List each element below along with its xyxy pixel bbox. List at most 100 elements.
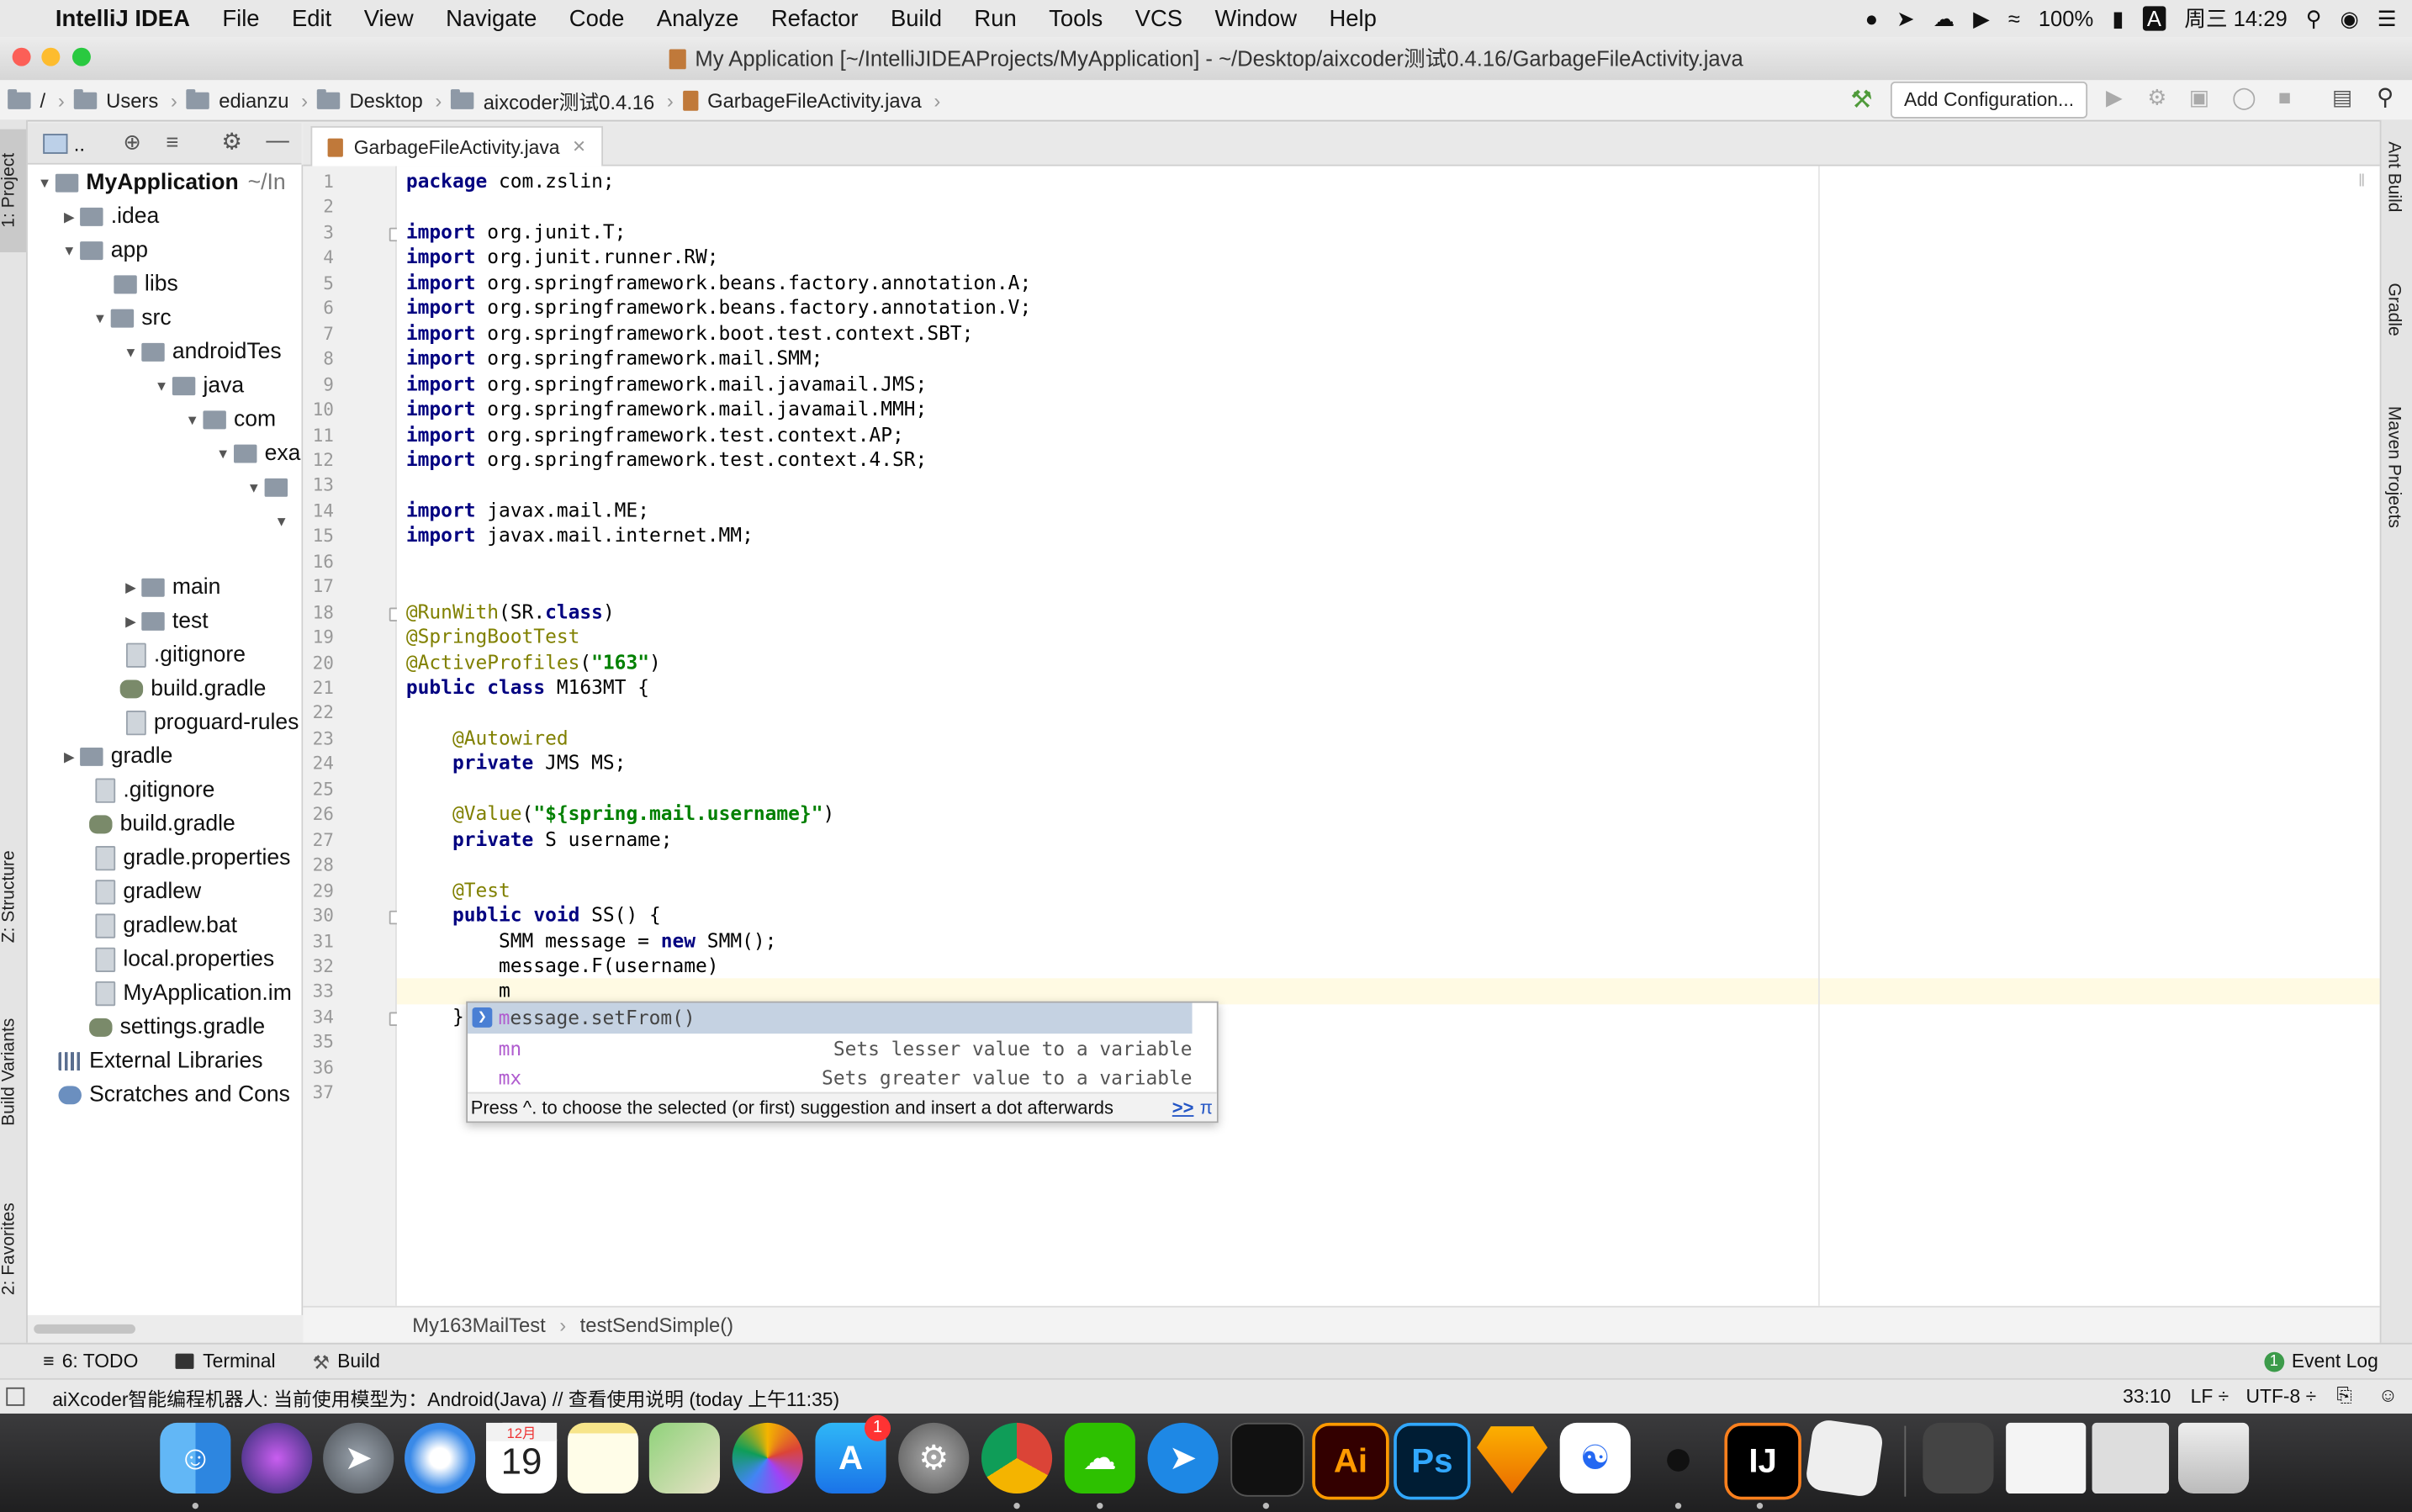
run-icon[interactable]: ▶ <box>2106 85 2123 111</box>
project-view-dropdown[interactable]: .. <box>74 131 85 154</box>
tree-item-java[interactable]: ▼ java <box>151 369 244 403</box>
tree-item-androidtest[interactable]: ▼ androidTes <box>120 336 281 369</box>
chevron-down-icon[interactable]: ▼ <box>151 378 172 394</box>
chevron-down-icon[interactable]: ▼ <box>271 514 293 529</box>
tree-item-subpackage[interactable]: ▼ <box>271 505 293 538</box>
code-line[interactable]: import org.springframework.mail.SMM; <box>406 346 823 372</box>
build-hammer-icon[interactable]: ⚒ <box>1850 85 1872 116</box>
code-line[interactable]: import org.springframework.test.context.… <box>406 422 904 447</box>
collapse-all-icon[interactable]: ≡ <box>167 130 179 154</box>
illustrator-icon[interactable]: Ai <box>1312 1422 1389 1500</box>
dingtalk-icon[interactable]: ➤ <box>1147 1422 1219 1494</box>
code-line[interactable]: message.F(username) <box>406 954 719 979</box>
tree-item-app-build-gradle[interactable]: build.gradle <box>119 672 266 706</box>
tree-item-gitignore[interactable]: .gitignore <box>95 774 214 807</box>
play-status-icon[interactable]: ▶ <box>1973 5 1990 31</box>
qq-icon[interactable]: ● <box>1642 1423 1713 1493</box>
tree-item-main[interactable]: ▶ main <box>120 571 220 605</box>
caret-position[interactable]: 33:10 <box>2123 1386 2171 1408</box>
code-line[interactable]: import javax.mail.internet.MM; <box>406 523 754 548</box>
photoshop-icon[interactable]: Ps <box>1394 1422 1471 1500</box>
send-status-icon[interactable]: ➤ <box>1896 5 1914 31</box>
chevron-down-icon[interactable]: ▼ <box>182 412 204 427</box>
menu-analyze[interactable]: Analyze <box>657 5 739 31</box>
maps-icon[interactable] <box>648 1422 721 1494</box>
inspector-icon[interactable]: ☺ <box>2378 1384 2398 1406</box>
tree-item-src[interactable]: ▼ src <box>89 302 172 336</box>
menu-window[interactable]: Window <box>1214 5 1297 31</box>
textedit-icon[interactable] <box>1804 1418 1885 1499</box>
tree-item-build-gradle[interactable]: build.gradle <box>89 807 235 841</box>
profile-icon[interactable]: ◯ <box>2232 85 2256 111</box>
chevron-down-icon[interactable]: ▼ <box>59 243 81 258</box>
completion-item-mn[interactable]: mn Sets lesser value to a variable <box>468 1033 1193 1063</box>
code-line[interactable]: private JMS MS; <box>406 751 627 776</box>
tree-item-test[interactable]: ▶ test <box>120 605 208 638</box>
menu-app-name[interactable]: IntelliJ IDEA <box>56 5 190 31</box>
input-method-indicator[interactable]: A <box>2142 6 2166 31</box>
event-log-tool-tab[interactable]: 1 Event Log <box>2263 1351 2378 1372</box>
chevron-right-icon[interactable]: ▶ <box>59 209 81 225</box>
gradle-tool-tab[interactable]: Gradle <box>2384 283 2403 336</box>
spotlight-icon[interactable]: ⚲ <box>2306 5 2322 31</box>
finder-icon[interactable]: ☺ <box>160 1422 231 1494</box>
completion-item-setfrom[interactable]: ❯ message.setFrom() <box>468 1002 1193 1034</box>
safari-icon[interactable] <box>405 1422 476 1494</box>
tree-item-proguard[interactable]: proguard-rules <box>125 706 299 740</box>
chevron-right-icon[interactable]: ▶ <box>120 613 142 630</box>
locate-file-icon[interactable]: ⊕ <box>123 130 140 156</box>
code-line[interactable]: import javax.mail.ME; <box>406 498 649 523</box>
completion-item-mx[interactable]: mx Sets greater value to a variable <box>468 1063 1193 1093</box>
gear-icon[interactable]: ⚙ <box>221 128 242 156</box>
code-line[interactable]: private S username; <box>406 827 673 852</box>
breadcrumb-edianzu[interactable]: edianzu <box>186 88 289 112</box>
menu-help[interactable]: Help <box>1329 5 1376 31</box>
project-tool-tab[interactable]: 1: Project <box>0 129 27 252</box>
tree-item-libs[interactable]: libs <box>114 267 178 301</box>
build-tool-tab[interactable]: ⚒ Build <box>313 1350 381 1373</box>
toggle-tool-windows-icon[interactable] <box>6 1387 25 1406</box>
code-line[interactable]: import org.junit.T; <box>406 219 627 245</box>
chevron-down-icon[interactable]: ▼ <box>212 446 234 461</box>
notification-center-icon[interactable]: ☰ <box>2378 5 2397 31</box>
breadcrumb-root[interactable]: / <box>8 88 45 112</box>
breadcrumb-users[interactable]: Users <box>73 88 158 112</box>
tree-item-gradlew[interactable]: gradlew <box>95 875 201 909</box>
search-everywhere-icon[interactable]: ⚲ <box>2377 83 2393 111</box>
menu-vcs[interactable]: VCS <box>1135 5 1182 31</box>
tree-item-app-gitignore[interactable]: .gitignore <box>125 638 246 672</box>
code-line[interactable]: import org.springframework.beans.factory… <box>406 271 1031 296</box>
chrome-icon[interactable] <box>981 1422 1053 1494</box>
wechat-icon[interactable]: ☁ <box>1064 1422 1135 1494</box>
battery-icon[interactable]: ▮ <box>2112 5 2124 31</box>
project-tree-scrollbar[interactable] <box>34 1324 135 1334</box>
recent-window-thumbnail[interactable] <box>2092 1422 2170 1494</box>
code-line[interactable]: import org.springframework.test.context.… <box>406 447 927 473</box>
menu-navigate[interactable]: Navigate <box>446 5 537 31</box>
recent-window-thumbnail[interactable] <box>2006 1422 2087 1494</box>
breadcrumb-class[interactable]: My163MailTest <box>412 1314 546 1336</box>
code-line[interactable]: @SpringBootTest <box>406 625 579 650</box>
ant-build-tool-tab[interactable]: Ant Build <box>2384 141 2403 212</box>
tree-item-gradle[interactable]: ▶ gradle <box>59 740 172 774</box>
code-line[interactable]: import org.springframework.beans.factory… <box>406 296 1031 321</box>
chevron-down-icon[interactable]: ▼ <box>34 176 56 191</box>
maven-projects-tool-tab[interactable]: Maven Projects <box>2384 406 2403 528</box>
code-line[interactable]: import org.junit.runner.RW; <box>406 245 719 270</box>
chevron-down-icon[interactable]: ▼ <box>243 480 265 495</box>
menu-code[interactable]: Code <box>569 5 625 31</box>
hide-panel-icon[interactable]: — <box>266 128 288 154</box>
tree-item-com[interactable]: ▼ com <box>182 403 276 436</box>
code-line[interactable]: public class M163MT { <box>406 675 649 700</box>
code-line[interactable]: SMM message = new SMM(); <box>406 928 776 954</box>
lock-icon[interactable]: ⎘ <box>2336 1384 2351 1407</box>
file-encoding[interactable]: UTF-8 ÷ <box>2245 1386 2316 1408</box>
wifi-icon[interactable]: ≈ <box>2008 6 2020 30</box>
sketch-icon[interactable] <box>1476 1426 1548 1494</box>
chevron-down-icon[interactable]: ▼ <box>120 345 142 360</box>
code-line[interactable]: @ActiveProfiles("163") <box>406 650 661 675</box>
menu-refactor[interactable]: Refactor <box>771 5 859 31</box>
completion-more-link[interactable]: >> <box>1172 1093 1194 1121</box>
siri-icon[interactable]: ◉ <box>2340 5 2358 31</box>
menu-file[interactable]: File <box>222 5 259 31</box>
